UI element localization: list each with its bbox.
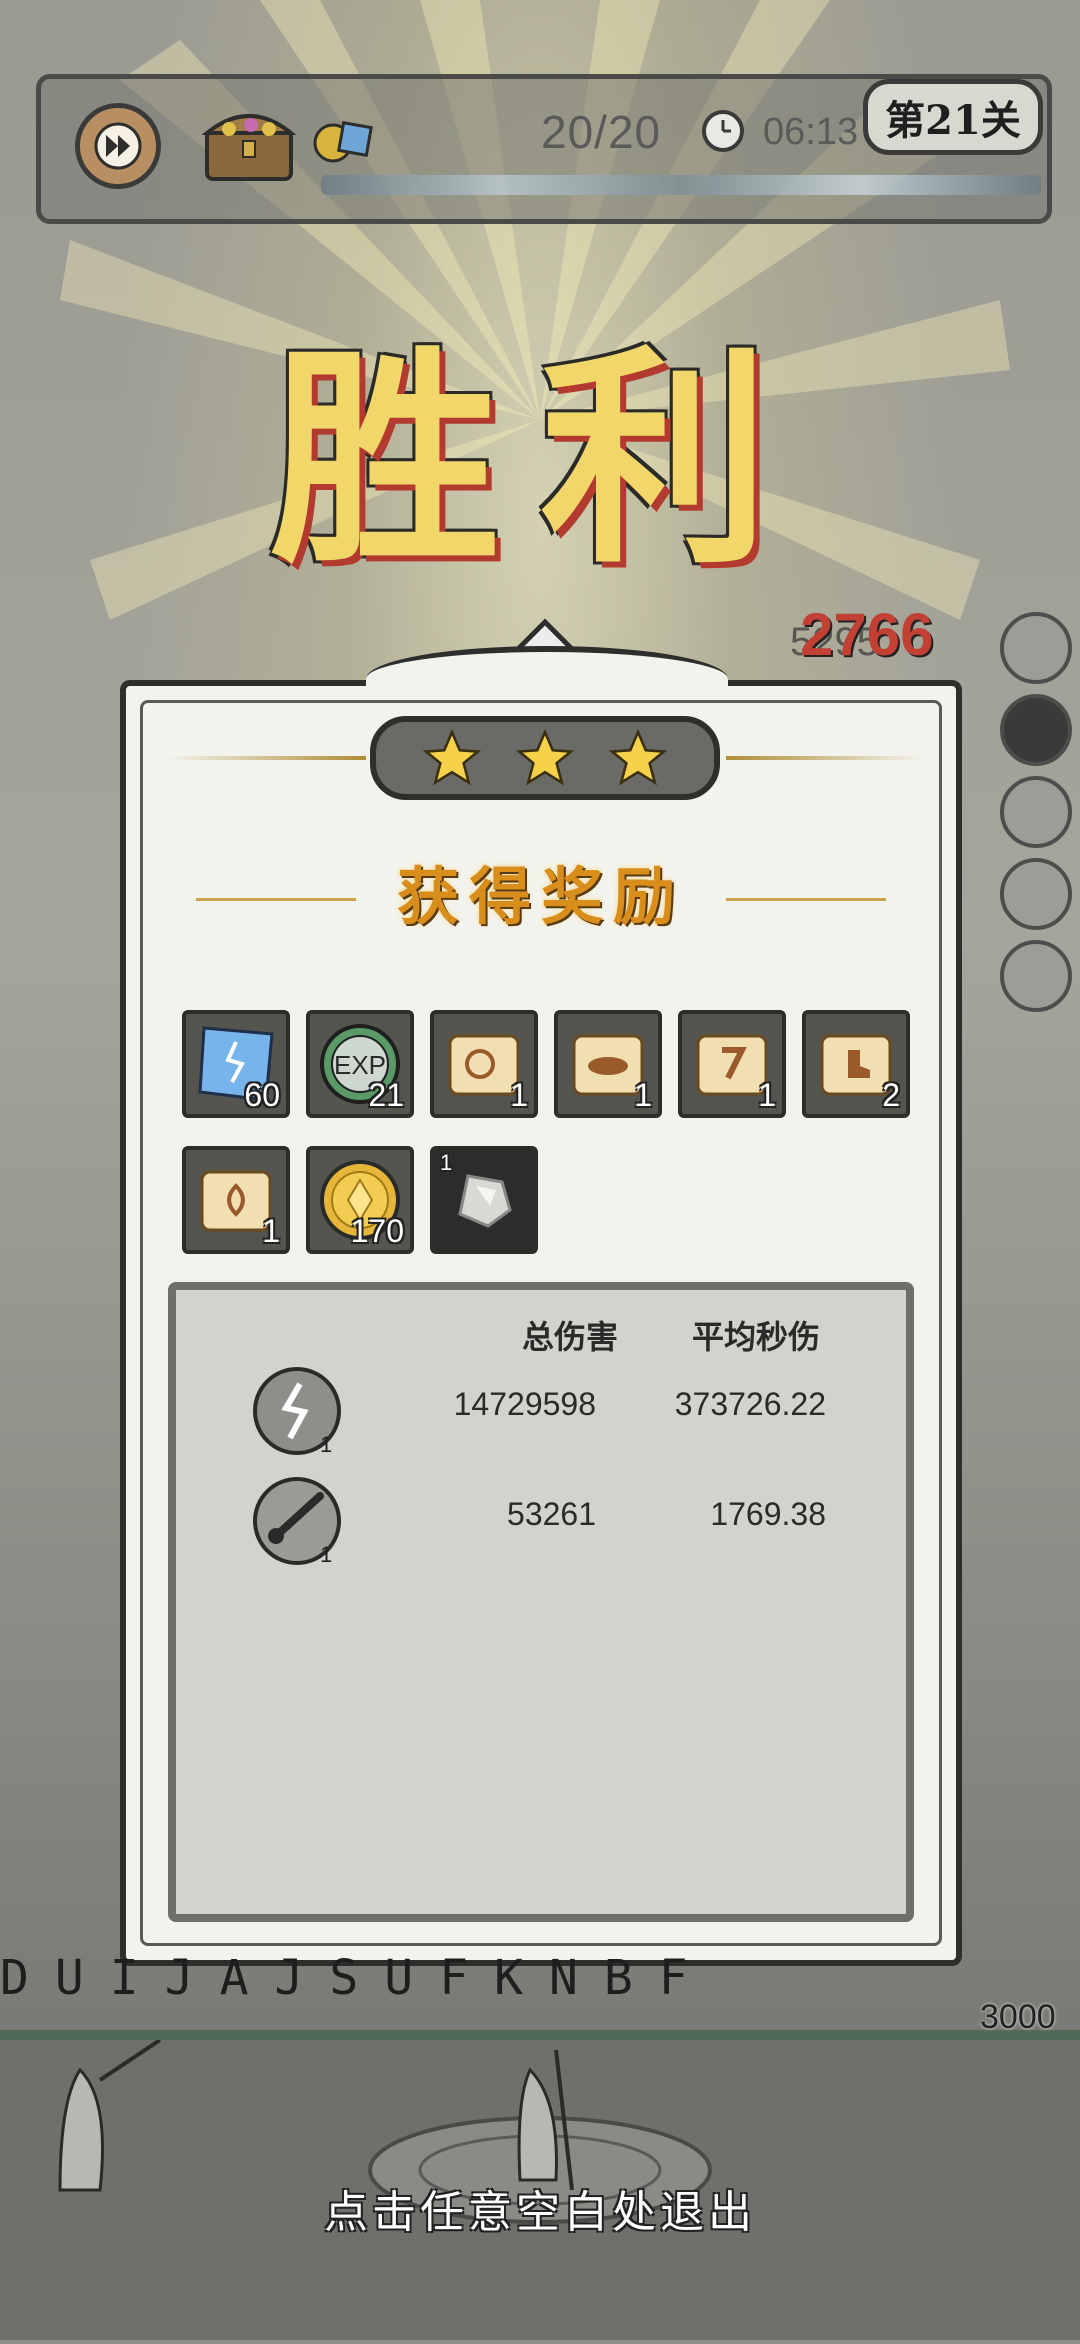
star-icon bbox=[515, 728, 575, 786]
base-hp-value: 3000 bbox=[980, 1998, 1056, 2036]
reward-item[interactable]: 1 bbox=[678, 1010, 786, 1118]
tap-to-exit-hint[interactable]: 点击任意空白处退出 bbox=[0, 2176, 1080, 2240]
star-icon bbox=[423, 728, 482, 786]
skill-level: 1 bbox=[320, 1432, 332, 1456]
reward-item[interactable]: 1 bbox=[182, 1146, 290, 1254]
side-skill-slot-2[interactable] bbox=[1000, 694, 1072, 766]
side-skill-slot-1[interactable] bbox=[1000, 612, 1072, 684]
reward-item[interactable]: 1 bbox=[554, 1010, 662, 1118]
star-icon bbox=[608, 728, 667, 786]
avg-dps-value: 1769.38 bbox=[710, 1496, 826, 1532]
reward-item[interactable]: 2 bbox=[802, 1010, 910, 1118]
header-total-damage: 总伤害 bbox=[522, 1318, 619, 1356]
side-skill-slot-4[interactable] bbox=[1000, 858, 1072, 930]
treasure-chest-icon[interactable] bbox=[199, 101, 299, 185]
damage-stats-box: 总伤害 平均秒伤 1 14729598 373726.22 1 53261 17… bbox=[168, 1282, 914, 1922]
meteor-skill-icon: 1 bbox=[253, 1477, 341, 1566]
wave-counter: 20/20 bbox=[541, 106, 662, 158]
fast-forward-button[interactable] bbox=[75, 103, 161, 189]
wave-progress-bar bbox=[321, 175, 1041, 195]
reward-item[interactable]: 60 bbox=[182, 1010, 290, 1118]
total-damage-value: 53261 bbox=[507, 1496, 596, 1532]
top-hud: 20/20 06:13 第21关 bbox=[36, 74, 1052, 224]
level-badge: 第21关 bbox=[863, 79, 1043, 155]
stars-line-right bbox=[726, 756, 926, 760]
total-damage-value: 14729598 bbox=[453, 1386, 596, 1422]
reward-count: 21 bbox=[368, 1077, 404, 1113]
reward-count: 2 bbox=[882, 1077, 900, 1113]
fast-forward-icon bbox=[94, 122, 142, 170]
victory-result-panel: 获得奖励 60 EXP 21 1 1 1 2 1 170 1 总伤害 平均秒伤 … bbox=[120, 646, 962, 1966]
reward-item[interactable]: EXP 21 bbox=[306, 1010, 414, 1118]
reward-item[interactable]: 1 bbox=[430, 1010, 538, 1118]
villager-figure bbox=[58, 2067, 104, 2192]
reward-item[interactable]: 1 bbox=[430, 1146, 538, 1254]
wizard-figure bbox=[517, 2067, 558, 2182]
reward-count: 1 bbox=[634, 1077, 652, 1113]
svg-text:EXP: EXP bbox=[334, 1050, 386, 1080]
victory-title: 胜利 bbox=[270, 325, 810, 595]
rune-letter-row: DUIJAJSUFKNBF bbox=[0, 1950, 714, 2006]
side-skill-slot-5[interactable] bbox=[1000, 940, 1072, 1012]
reward-count: 1 bbox=[440, 1150, 453, 1175]
reward-count: 1 bbox=[510, 1077, 528, 1113]
stone-fragment-icon bbox=[458, 1174, 512, 1228]
lightning-skill-icon: 1 bbox=[253, 1367, 341, 1456]
avg-dps-value: 373726.22 bbox=[674, 1386, 826, 1422]
reward-count: 1 bbox=[758, 1077, 776, 1113]
header-avg-dps: 平均秒伤 bbox=[692, 1318, 821, 1356]
base-hp-bar bbox=[0, 2030, 1080, 2040]
battle-timer: 06:13 bbox=[763, 111, 859, 153]
floating-damage: 2766 bbox=[800, 601, 934, 668]
rewards-title: 获得奖励 bbox=[396, 860, 685, 933]
reward-item[interactable]: 170 bbox=[306, 1146, 414, 1254]
clock-icon bbox=[702, 110, 744, 152]
reward-count: 170 bbox=[350, 1213, 404, 1249]
reward-count: 1 bbox=[262, 1213, 280, 1249]
star-rating bbox=[370, 716, 720, 800]
reward-count: 60 bbox=[244, 1077, 280, 1113]
stars-line-left bbox=[166, 756, 366, 760]
gold-and-gem-icon bbox=[313, 121, 373, 163]
skill-level: 1 bbox=[320, 1542, 332, 1566]
side-skill-slot-3[interactable] bbox=[1000, 776, 1072, 848]
